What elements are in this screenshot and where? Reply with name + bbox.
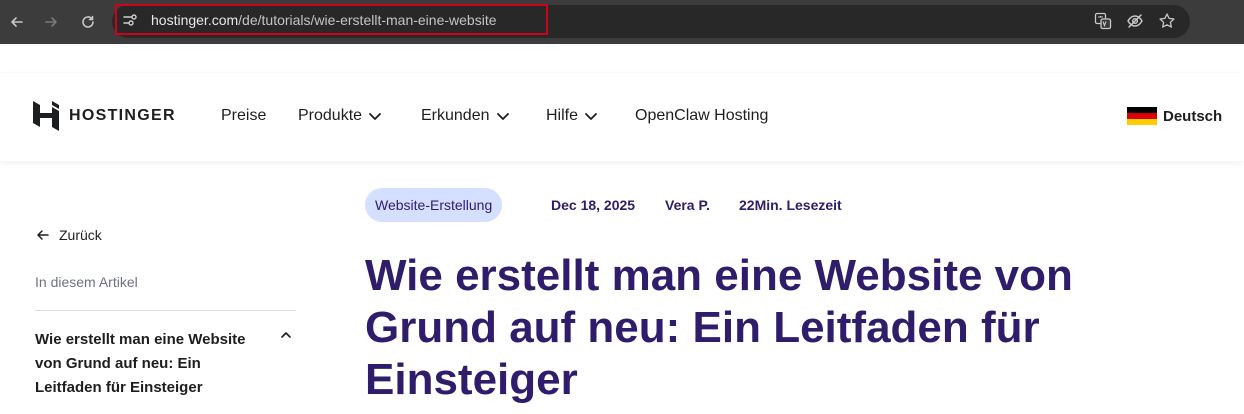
url-text[interactable]: hostinger.com/de/tutorials/wie-erstellt-…: [151, 12, 497, 28]
browser-toolbar: hostinger.com/de/tutorials/wie-erstellt-…: [0, 0, 1244, 44]
language-selector[interactable]: Deutsch: [1127, 107, 1222, 125]
forward-nav-icon[interactable]: [39, 10, 63, 34]
page-top-strip: [0, 44, 1244, 73]
chevron-down-icon: [369, 113, 381, 120]
page-title: Wie erstellt man eine Website von Grund …: [365, 251, 1073, 404]
site-header: [0, 73, 1244, 161]
back-label: Zurück: [59, 227, 102, 243]
nav-erkunden[interactable]: Erkunden: [421, 107, 510, 125]
arrow-left-icon: [37, 230, 49, 240]
bookmark-star-icon[interactable]: [1157, 11, 1177, 31]
toc-divider: [35, 310, 296, 311]
brand-name: HOSTINGER: [69, 107, 176, 124]
hostinger-logo[interactable]: HOSTINGER: [33, 101, 176, 131]
category-badge[interactable]: Website-Erstellung: [365, 188, 503, 222]
site-info-icon[interactable]: [121, 11, 139, 29]
nav-preise[interactable]: Preise: [221, 107, 266, 125]
hostinger-logo-icon: [33, 101, 59, 131]
nav-produkte[interactable]: Produkte: [298, 107, 382, 125]
translate-icon[interactable]: [1093, 11, 1113, 31]
eye-slash-icon[interactable]: [1125, 11, 1145, 31]
nav-label: Produkte: [298, 107, 363, 124]
nav-label: Erkunden: [421, 107, 490, 124]
toc-item[interactable]: Wie erstellt man eine Website von Grund …: [35, 328, 265, 400]
nav-label: OpenClaw Hosting: [635, 107, 769, 124]
chevron-down-icon: [496, 113, 509, 120]
nav-openclaw-hosting[interactable]: OpenClaw Hosting: [635, 107, 768, 125]
reload-icon[interactable]: [76, 10, 100, 34]
nav-label: Hilfe: [546, 107, 579, 124]
url-host: hostinger.com: [151, 12, 239, 28]
chevron-up-icon[interactable]: [279, 328, 293, 342]
author-name[interactable]: Vera P.: [665, 197, 710, 213]
publish-date: Dec 18, 2025: [551, 197, 636, 213]
language-label: Deutsch: [1163, 107, 1223, 125]
back-nav-icon[interactable]: [5, 10, 29, 34]
nav-label: Preise: [221, 107, 267, 124]
read-time: 22Min. Lesezeit: [739, 197, 842, 213]
back-link[interactable]: Zurück: [35, 227, 102, 243]
nav-hilfe[interactable]: Hilfe: [546, 107, 598, 125]
toc-heading: In diesem Artikel: [35, 274, 138, 290]
url-path: /de/tutorials/wie-erstellt-man-eine-webs…: [238, 12, 497, 28]
german-flag-icon: [1127, 107, 1157, 125]
chevron-down-icon: [585, 113, 597, 120]
